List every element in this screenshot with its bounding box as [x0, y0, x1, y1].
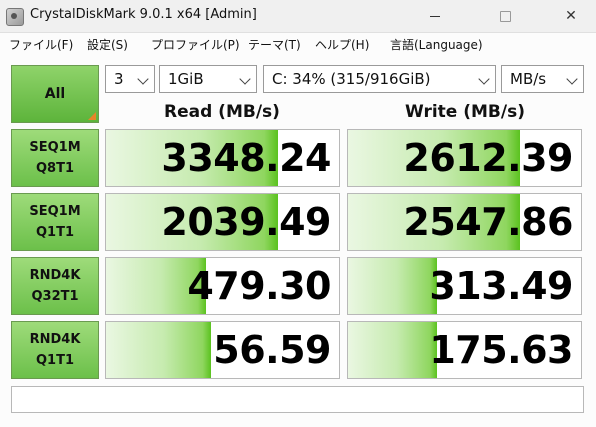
read-value: 3348.24	[161, 136, 331, 180]
write-progress-bar	[348, 258, 437, 314]
test-button-rnd4k-q1t1[interactable]: RND4K Q1T1	[11, 321, 99, 379]
menu-bar: ファイル(F) 設定(S) プロファイル(P) テーマ(T) ヘルプ(H) 言語…	[0, 33, 596, 55]
maximize-button[interactable]	[482, 0, 528, 32]
maximize-icon	[499, 10, 511, 22]
test-name: SEQ1M	[29, 140, 81, 155]
test-name: RND4K	[29, 332, 81, 347]
write-value: 2547.86	[403, 200, 573, 244]
chevron-down-icon	[478, 73, 490, 85]
chevron-down-icon	[239, 73, 251, 85]
window-title: CrystalDiskMark 9.0.1 x64 [Admin]	[30, 7, 257, 22]
test-size-value: 1GiB	[168, 70, 204, 88]
test-name: RND4K	[29, 268, 81, 283]
test-name: SEQ1M	[29, 204, 81, 219]
menu-profile[interactable]: プロファイル(P)	[151, 36, 240, 53]
write-value: 175.63	[429, 328, 573, 372]
test-count-value: 3	[114, 70, 124, 88]
test-button-seq1m-q8t1[interactable]: SEQ1M Q8T1	[11, 129, 99, 187]
test-count-select[interactable]: 3	[105, 65, 155, 93]
read-header: Read (MB/s)	[164, 102, 280, 122]
read-value: 479.30	[187, 264, 331, 308]
write-result-cell: 313.49	[347, 257, 582, 315]
read-result-cell: 56.59	[105, 321, 340, 379]
chevron-down-icon	[137, 73, 149, 85]
write-value: 313.49	[429, 264, 573, 308]
test-size-select[interactable]: 1GiB	[159, 65, 257, 93]
minimize-icon	[430, 15, 440, 17]
all-button[interactable]: All	[11, 65, 99, 123]
test-button-seq1m-q1t1[interactable]: SEQ1M Q1T1	[11, 193, 99, 251]
test-params: Q1T1	[35, 225, 74, 240]
close-button[interactable]: ✕	[548, 0, 594, 32]
test-params: Q1T1	[35, 353, 74, 368]
menu-settings[interactable]: 設定(S)	[87, 36, 128, 53]
unit-value: MB/s	[510, 70, 547, 88]
read-result-cell: 2039.49	[105, 193, 340, 251]
read-progress-bar	[106, 322, 211, 378]
write-result-cell: 2612.39	[347, 129, 582, 187]
drive-select[interactable]: C: 34% (315/916GiB)	[263, 65, 496, 93]
menu-help[interactable]: ヘルプ(H)	[315, 36, 369, 53]
write-value: 2612.39	[403, 136, 573, 180]
app-disk-icon	[6, 8, 24, 26]
write-progress-bar	[348, 322, 437, 378]
close-icon: ✕	[565, 8, 577, 24]
read-value: 56.59	[213, 328, 331, 372]
test-params: Q32T1	[31, 289, 79, 304]
read-value: 2039.49	[161, 200, 331, 244]
read-result-cell: 3348.24	[105, 129, 340, 187]
corner-marker-icon	[88, 112, 96, 120]
test-button-rnd4k-q32t1[interactable]: RND4K Q32T1	[11, 257, 99, 315]
read-result-cell: 479.30	[105, 257, 340, 315]
minimize-button[interactable]	[412, 0, 458, 32]
comment-field[interactable]	[11, 386, 584, 413]
write-header: Write (MB/s)	[405, 102, 525, 122]
menu-file[interactable]: ファイル(F)	[9, 36, 73, 53]
all-button-label: All	[44, 86, 66, 102]
chevron-down-icon	[566, 73, 578, 85]
drive-value: C: 34% (315/916GiB)	[272, 70, 431, 88]
menu-theme[interactable]: テーマ(T)	[248, 36, 301, 53]
test-params: Q8T1	[35, 161, 74, 176]
title-bar: CrystalDiskMark 9.0.1 x64 [Admin] ✕	[0, 0, 596, 33]
menu-language[interactable]: 言語(Language)	[390, 36, 483, 53]
unit-select[interactable]: MB/s	[501, 65, 584, 93]
write-result-cell: 175.63	[347, 321, 582, 379]
write-result-cell: 2547.86	[347, 193, 582, 251]
